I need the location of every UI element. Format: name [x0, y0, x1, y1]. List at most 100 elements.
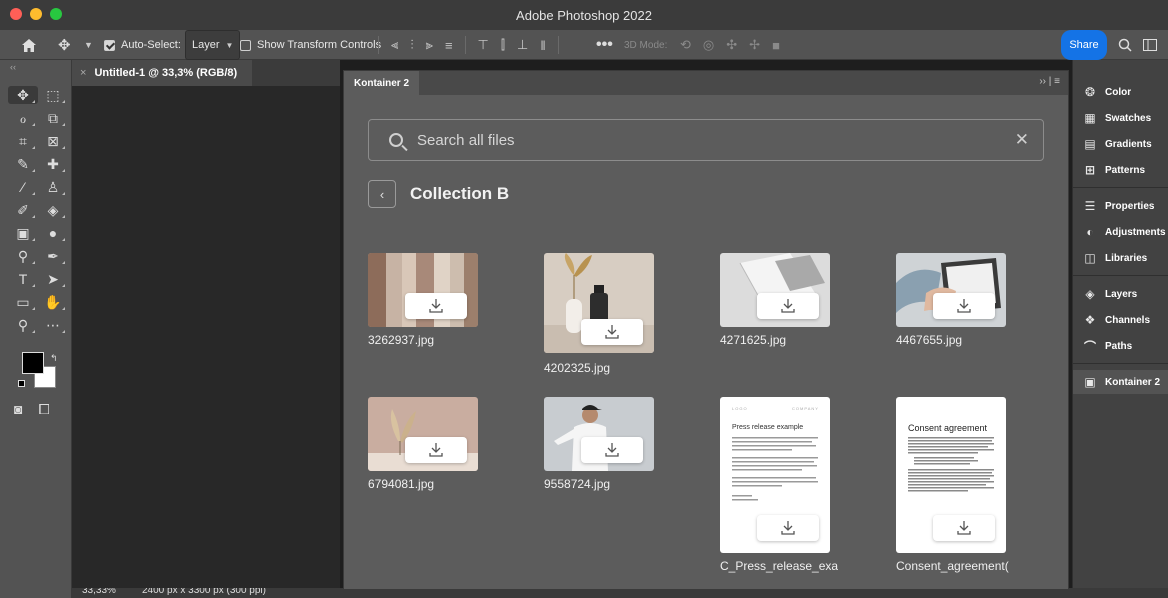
- download-icon: [781, 521, 795, 535]
- panel-label: Layers: [1105, 288, 1138, 300]
- align-center-icon[interactable]: ⫶: [410, 37, 413, 53]
- rectangle-tool-icon[interactable]: ▭: [8, 293, 38, 311]
- screen-mode-icon[interactable]: ⧠: [38, 401, 49, 418]
- download-button[interactable]: [933, 515, 995, 541]
- download-button[interactable]: [757, 515, 819, 541]
- collapse-panel-icon[interactable]: ‹‹: [10, 62, 16, 72]
- file-name: Consent_agreement(: [896, 559, 1009, 573]
- download-button[interactable]: [581, 319, 643, 345]
- default-colors-icon[interactable]: [18, 380, 25, 387]
- file-name: 3262937.jpg: [368, 333, 435, 347]
- move-tool-icon[interactable]: ✥: [58, 30, 71, 60]
- path-selection-tool-icon[interactable]: ➤: [38, 270, 68, 288]
- download-button[interactable]: [933, 293, 995, 319]
- doc-company: COMPANY: [792, 406, 819, 411]
- kontainer-panel-header: Kontainer 2 ›› | ≡: [344, 71, 1068, 95]
- clone-stamp-tool-icon[interactable]: ♙: [38, 178, 68, 196]
- workspace-panel-icon[interactable]: [1143, 30, 1157, 60]
- divider: [1073, 363, 1168, 364]
- align-right-icon[interactable]: ⫸: [426, 37, 433, 53]
- more-options-icon[interactable]: •••: [596, 30, 613, 60]
- auto-select-dropdown[interactable]: Layer ▼: [185, 30, 241, 60]
- chevron-down-icon[interactable]: ▼: [84, 30, 93, 60]
- panel-swatches[interactable]: ▦ Swatches: [1073, 106, 1168, 130]
- panel-channels[interactable]: ❖ Channels: [1073, 308, 1168, 332]
- panel-properties[interactable]: ☰ Properties: [1073, 194, 1168, 218]
- share-button[interactable]: Share: [1061, 30, 1107, 60]
- pen-tool-icon[interactable]: ✒: [38, 247, 68, 265]
- edit-toolbar-icon[interactable]: ⋯: [38, 316, 68, 334]
- tool-grid: ✥ ⬚ ℴ ⧉ ⌗ ⊠ ✎ ✚ ⁄ ♙ ✐ ◈ ▣ ● ⚲ ✒ T ➤ ▭ ✋ …: [8, 86, 68, 334]
- download-button[interactable]: [405, 293, 467, 319]
- quick-mask-icon[interactable]: ◙: [14, 401, 22, 418]
- gradient-tool-icon[interactable]: ▣: [8, 224, 38, 242]
- doc-title: Press release example: [732, 424, 804, 431]
- 3d-mode-controls: ⟲ ◎ ✣ ✢ ■: [680, 30, 780, 60]
- swap-colors-icon[interactable]: ↰: [50, 353, 58, 364]
- foreground-color-swatch[interactable]: [22, 352, 44, 374]
- 3d-camera-icon[interactable]: ■: [772, 38, 780, 53]
- blur-tool-icon[interactable]: ●: [38, 224, 68, 242]
- canvas-area[interactable]: [72, 86, 340, 588]
- chevron-down-icon: ▼: [225, 40, 234, 50]
- kontainer-panel: Kontainer 2 ›› | ≡ ✕ ‹ Collection B 3262…: [343, 70, 1069, 590]
- align-bottom-icon[interactable]: ⊥: [517, 37, 528, 53]
- 3d-pan-icon[interactable]: ✣: [726, 37, 737, 53]
- auto-select-checkbox[interactable]: [104, 30, 115, 60]
- panel-label: Libraries: [1105, 252, 1148, 264]
- close-tab-icon[interactable]: ×: [80, 67, 86, 79]
- distribute-vertical-icon[interactable]: ‖: [540, 38, 545, 53]
- clear-search-icon[interactable]: ✕: [1015, 130, 1029, 150]
- zoom-tool-icon[interactable]: ⚲: [8, 316, 38, 334]
- panel-gradients[interactable]: ▤ Gradients: [1073, 132, 1168, 156]
- move-tool-icon[interactable]: ✥: [8, 86, 38, 104]
- search-icon[interactable]: [1118, 30, 1132, 60]
- file-thumbnail[interactable]: Consent agreement: [896, 397, 1006, 553]
- frame-tool-icon[interactable]: ⊠: [38, 132, 68, 150]
- panel-adjustments[interactable]: ◐ Adjustments: [1073, 220, 1168, 244]
- eyedropper-tool-icon[interactable]: ✎: [8, 155, 38, 173]
- hand-tool-icon[interactable]: ✋: [38, 293, 68, 311]
- auto-select-value: Layer: [192, 39, 220, 51]
- panel-label: Adjustments: [1105, 226, 1166, 238]
- back-button[interactable]: ‹: [368, 180, 396, 208]
- file-thumbnail[interactable]: LOGO COMPANY Press release example: [720, 397, 830, 553]
- home-icon[interactable]: [22, 30, 36, 60]
- marquee-tool-icon[interactable]: ⬚: [38, 86, 68, 104]
- distribute-icon[interactable]: ≡: [445, 38, 453, 53]
- kontainer-tab[interactable]: Kontainer 2: [344, 71, 420, 95]
- panel-layers[interactable]: ◈ Layers: [1073, 282, 1168, 306]
- panel-libraries[interactable]: ◫ Libraries: [1073, 246, 1168, 270]
- panel-kontainer[interactable]: ▣ Kontainer 2: [1073, 370, 1168, 394]
- chevron-left-icon: ‹: [379, 186, 385, 202]
- panel-patterns[interactable]: ⊞ Patterns: [1073, 158, 1168, 182]
- type-tool-icon[interactable]: T: [8, 270, 38, 288]
- 3d-roll-icon[interactable]: ◎: [703, 37, 714, 53]
- lasso-tool-icon[interactable]: ℴ: [8, 109, 38, 127]
- healing-brush-tool-icon[interactable]: ✚: [38, 155, 68, 173]
- download-icon: [957, 521, 971, 535]
- download-button[interactable]: [757, 293, 819, 319]
- zoom-level[interactable]: 33,33%: [82, 588, 116, 596]
- align-left-icon[interactable]: ⫷: [391, 37, 398, 53]
- document-tab[interactable]: × Untitled-1 @ 33,3% (RGB/8): [72, 60, 252, 86]
- align-middle-icon[interactable]: ⫿: [501, 37, 505, 53]
- brush-tool-icon[interactable]: ⁄: [8, 178, 38, 196]
- 3d-slide-icon[interactable]: ✢: [749, 37, 760, 53]
- eraser-tool-icon[interactable]: ◈: [38, 201, 68, 219]
- divider: [557, 36, 559, 54]
- download-button[interactable]: [405, 437, 467, 463]
- panel-menu-icon[interactable]: ›› | ≡: [1039, 76, 1060, 87]
- panel-paths[interactable]: ⌒ Paths: [1073, 334, 1168, 358]
- search-input[interactable]: [417, 131, 977, 149]
- history-brush-tool-icon[interactable]: ✐: [8, 201, 38, 219]
- panel-color[interactable]: ❂ Color: [1073, 80, 1168, 104]
- 3d-rotate-icon[interactable]: ⟲: [680, 37, 691, 53]
- dodge-tool-icon[interactable]: ⚲: [8, 247, 38, 265]
- align-top-icon[interactable]: ⊤: [478, 37, 489, 53]
- download-button[interactable]: [581, 437, 643, 463]
- show-transform-checkbox[interactable]: [240, 30, 251, 60]
- crop-tool-icon[interactable]: ⌗: [8, 132, 38, 150]
- object-selection-tool-icon[interactable]: ⧉: [38, 109, 68, 127]
- panel-label: Swatches: [1105, 112, 1152, 124]
